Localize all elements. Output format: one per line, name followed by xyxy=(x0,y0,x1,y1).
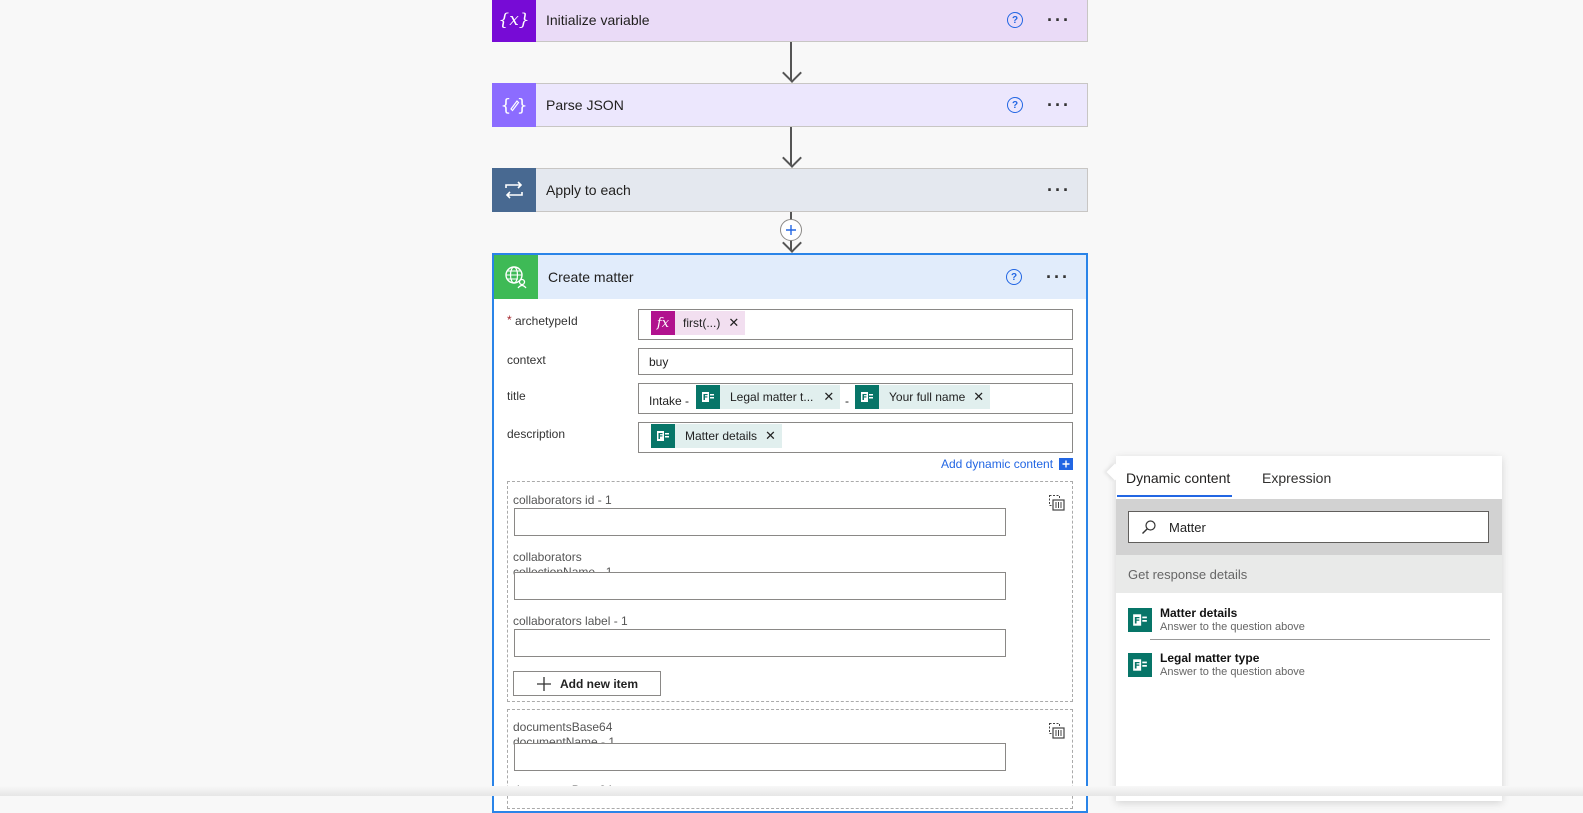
token-label: first(...) xyxy=(683,316,721,330)
result-desc: Answer to the question above xyxy=(1160,666,1305,678)
svg-text:F: F xyxy=(658,432,663,441)
arrow-down-icon xyxy=(782,148,802,168)
card-title: Initialize variable xyxy=(546,12,650,28)
section-title: Get response details xyxy=(1128,566,1248,582)
result-matter-details[interactable]: F Matter details Answer to the question … xyxy=(1128,606,1305,633)
arrow-down-icon xyxy=(782,63,802,83)
panel-pointer xyxy=(1106,463,1124,481)
search-icon xyxy=(1142,520,1156,534)
add-dynamic-content-icon[interactable] xyxy=(1059,458,1073,470)
fx-icon: fx xyxy=(651,311,675,335)
svg-text:F: F xyxy=(1134,661,1140,671)
more-options-icon[interactable]: ··· xyxy=(1047,181,1071,199)
required-mark: * xyxy=(507,313,512,327)
dynamic-token[interactable]: F Your full name ✕ xyxy=(855,385,991,409)
tab-active-underline xyxy=(1117,495,1232,497)
remove-token-icon[interactable]: ✕ xyxy=(728,315,745,331)
add-new-item-label: Add new item xyxy=(559,676,638,691)
bottom-edge xyxy=(0,786,1583,796)
token-label: Your full name xyxy=(889,390,966,404)
title-separator: - xyxy=(845,394,849,408)
card-title: Create matter xyxy=(548,269,634,285)
initialize-variable-card[interactable]: {x} Initialize variable ? ··· xyxy=(492,0,1088,42)
context-value: buy xyxy=(649,355,669,369)
dynamic-content-panel: Dynamic content Expression Matter Get re… xyxy=(1106,456,1502,801)
collaborators-collection-input[interactable] xyxy=(514,572,1006,600)
curly-x-icon: {x} xyxy=(492,0,536,42)
dynamic-token[interactable]: F Matter details ✕ xyxy=(651,424,782,448)
curly-pencil-icon: { } xyxy=(492,83,536,127)
globe-person-icon xyxy=(494,255,538,299)
section-header: Get response details xyxy=(1116,555,1502,593)
add-dynamic-content-link[interactable]: Add dynamic content xyxy=(941,457,1053,471)
context-input[interactable] xyxy=(638,348,1073,375)
remove-token-icon[interactable]: ✕ xyxy=(823,389,840,405)
add-new-item-button[interactable]: Add new item xyxy=(513,671,661,696)
loop-icon xyxy=(492,168,536,212)
title-label: title xyxy=(507,389,526,403)
forms-icon: F xyxy=(1128,608,1152,632)
forms-icon: F xyxy=(651,424,675,448)
remove-group-icon[interactable] xyxy=(1048,722,1066,745)
svg-text:{ }: { } xyxy=(500,96,527,116)
result-name: Matter details xyxy=(1160,606,1238,620)
token-label: Legal matter t... xyxy=(730,390,814,404)
help-icon[interactable]: ? xyxy=(1007,12,1024,28)
apply-to-each-card[interactable]: Apply to each ··· xyxy=(492,168,1088,212)
description-label: description xyxy=(507,427,566,441)
archetype-label: archetypeId xyxy=(515,314,578,328)
card-title: Apply to each xyxy=(546,182,631,198)
svg-text:F: F xyxy=(862,393,867,402)
collaborators-label-input[interactable] xyxy=(514,629,1006,657)
result-divider xyxy=(1150,639,1490,640)
tab-expression[interactable]: Expression xyxy=(1262,470,1331,486)
documents-name-input[interactable] xyxy=(514,743,1006,771)
plus-icon xyxy=(536,676,551,691)
result-name: Legal matter type xyxy=(1160,651,1260,665)
more-options-icon[interactable]: ··· xyxy=(1047,11,1071,29)
svg-text:F: F xyxy=(703,393,708,402)
collaborators-label-label: collaborators label - 1 xyxy=(513,614,628,628)
context-label: context xyxy=(507,353,546,367)
forms-icon: F xyxy=(855,385,879,409)
collaborators-collection-label: collaborators xyxy=(513,550,582,564)
insert-step-button[interactable] xyxy=(780,219,802,241)
help-icon[interactable]: ? xyxy=(1006,269,1023,285)
more-options-icon[interactable]: ··· xyxy=(1047,96,1071,114)
collaborators-id-input[interactable] xyxy=(514,508,1006,536)
tab-dynamic-content[interactable]: Dynamic content xyxy=(1126,470,1230,486)
create-matter-header[interactable]: Create matter ? ··· xyxy=(494,255,1086,299)
more-options-icon[interactable]: ··· xyxy=(1046,268,1070,286)
dynamic-token[interactable]: F Legal matter t... ✕ xyxy=(696,385,841,409)
card-title: Parse JSON xyxy=(546,97,624,113)
expression-token[interactable]: fx first(...) ✕ xyxy=(651,311,746,335)
result-desc: Answer to the question above xyxy=(1160,621,1305,633)
remove-group-icon[interactable] xyxy=(1048,494,1066,517)
token-label: Matter details xyxy=(685,429,758,443)
remove-token-icon[interactable]: ✕ xyxy=(973,389,990,405)
parse-json-card[interactable]: { } Parse JSON ? ··· xyxy=(492,83,1088,127)
svg-text:{x}: {x} xyxy=(499,10,529,30)
documents-label: documentsBase64 xyxy=(513,720,613,734)
collaborators-id-label: collaborators id - 1 xyxy=(513,493,612,507)
title-prefix: Intake - xyxy=(649,394,690,408)
search-input[interactable]: Matter xyxy=(1128,511,1489,543)
forms-icon: F xyxy=(1128,653,1152,677)
svg-text:F: F xyxy=(1134,616,1140,626)
remove-token-icon[interactable]: ✕ xyxy=(765,428,782,444)
result-legal-matter-type[interactable]: F Legal matter type Answer to the questi… xyxy=(1128,651,1305,678)
search-value: Matter xyxy=(1169,519,1206,535)
help-icon[interactable]: ? xyxy=(1007,97,1024,113)
forms-icon: F xyxy=(696,385,720,409)
